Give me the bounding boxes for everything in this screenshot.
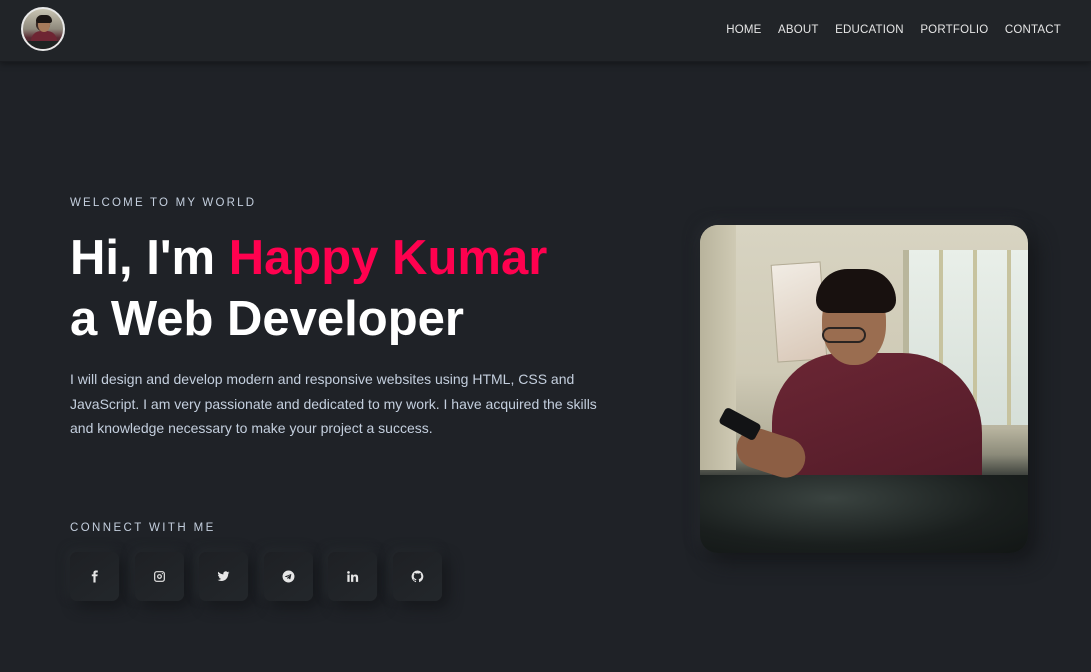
greeting-text: Hi, I'm [70,231,229,285]
connect-label: CONNECT WITH ME [70,522,216,534]
role-text: a Web Developer [70,292,464,346]
nav-portfolio-link[interactable]: PORTFOLIO [920,23,988,37]
hero-headline: Hi, I'm Happy Kumar a Web Developer [70,228,547,350]
telegram-icon [282,570,294,583]
nav-about-link[interactable]: ABOUT [778,23,819,37]
site-header: HOME ABOUT EDUCATION PORTFOLIO CONTACT [0,0,1091,62]
profile-logo-avatar[interactable] [21,7,65,51]
social-links [70,552,457,601]
hero-description: I will design and develop modern and res… [70,371,597,436]
linkedin-icon [347,571,359,582]
linkedin-button[interactable] [328,552,377,601]
hero-name: Happy Kumar [228,231,548,285]
github-icon [411,570,423,583]
nav-home-link[interactable]: HOME [726,23,761,37]
nav-contact-link[interactable]: CONTACT [1005,23,1061,37]
instagram-icon [153,571,165,582]
nav-education-link[interactable]: EDUCATION [835,23,904,37]
github-button[interactable] [392,552,442,601]
welcome-eyebrow: WELCOME TO MY WORLD [70,197,257,209]
facebook-icon [91,570,98,583]
twitter-button[interactable] [199,552,248,601]
twitter-icon [217,571,230,581]
profile-photo [700,225,1028,553]
facebook-button[interactable] [70,552,119,601]
instagram-button[interactable] [134,552,184,601]
main-nav: HOME ABOUT EDUCATION PORTFOLIO CONTACT [710,23,1061,37]
telegram-button[interactable] [263,552,313,601]
